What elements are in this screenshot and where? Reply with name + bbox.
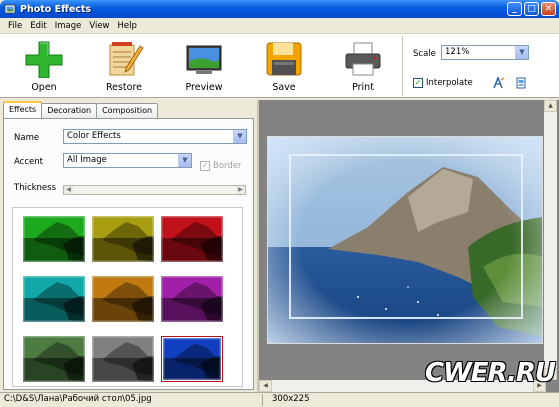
tab-effects[interactable]: Effects: [3, 101, 43, 118]
print-button[interactable]: Print: [333, 40, 393, 96]
slider-right-icon[interactable]: ▶: [236, 186, 245, 194]
title-bar: Photo Effects _ □ ✕: [0, 0, 559, 18]
menu-edit[interactable]: Edit: [26, 21, 50, 31]
toolbar: Open Restore Preview Save Print Scale 12…: [0, 33, 559, 98]
font-icon[interactable]: [493, 77, 505, 89]
menu-help[interactable]: Help: [114, 21, 141, 31]
thickness-label: Thickness: [14, 183, 57, 193]
slider-left-icon[interactable]: ◀: [64, 186, 73, 194]
scale-dropdown[interactable]: 121% ▼: [441, 45, 529, 60]
effects-thumbnail-grid: [12, 207, 243, 387]
monitor-landscape-icon: [186, 45, 222, 74]
scale-panel: Scale 121% ▼ ✓ Interpolate: [402, 36, 553, 96]
effect-thumbnail[interactable]: [92, 336, 154, 382]
minimize-button[interactable]: _: [507, 2, 522, 16]
status-divider: [262, 394, 263, 406]
open-label: Open: [31, 82, 57, 93]
effects-panel: Name Color Effects ▼ Accent All Image ▼ …: [3, 118, 254, 390]
name-dropdown[interactable]: Color Effects ▼: [63, 129, 247, 144]
scale-value: 121%: [445, 47, 470, 57]
menu-bar: File Edit Image View Help: [0, 18, 559, 33]
effect-thumbnail[interactable]: [161, 216, 223, 262]
thickness-slider[interactable]: ◀ ▶: [63, 185, 246, 195]
border-label: Border: [213, 161, 242, 171]
effect-thumbnail[interactable]: [92, 216, 154, 262]
scale-label: Scale: [413, 49, 436, 59]
close-button[interactable]: ✕: [541, 2, 556, 16]
border-checkbox[interactable]: ✓: [200, 161, 210, 171]
tab-bar: Effects Decoration Composition: [3, 101, 159, 118]
open-button[interactable]: Open: [14, 40, 74, 96]
preview-image: [267, 136, 543, 344]
effect-thumbnail[interactable]: [161, 276, 223, 322]
chevron-down-icon[interactable]: ▼: [515, 46, 528, 59]
scroll-up-icon[interactable]: ▲: [544, 100, 557, 112]
restore-button[interactable]: Restore: [94, 40, 154, 96]
printer-icon: [345, 42, 381, 76]
menu-file[interactable]: File: [4, 21, 26, 31]
effect-thumbnail[interactable]: [92, 276, 154, 322]
document-icon[interactable]: [515, 77, 527, 89]
print-label: Print: [352, 82, 374, 93]
app-icon: [4, 4, 16, 14]
window-title: Photo Effects: [20, 3, 92, 15]
floppy-disk-icon: [266, 42, 302, 76]
maximize-button[interactable]: □: [524, 2, 539, 16]
preview-area: ▲ ▼ ◀ ▶: [257, 100, 559, 392]
scroll-left-icon[interactable]: ◀: [259, 380, 272, 392]
vertical-scrollbar[interactable]: ▲ ▼: [544, 100, 557, 380]
menu-view[interactable]: View: [85, 21, 113, 31]
plus-icon: [25, 41, 63, 78]
left-panel: Effects Decoration Composition Name Colo…: [0, 100, 257, 392]
effect-thumbnail[interactable]: [23, 216, 85, 262]
menu-image[interactable]: Image: [51, 21, 86, 31]
tab-composition[interactable]: Composition: [96, 103, 159, 118]
watermark-logo: CWER.RU: [425, 358, 556, 388]
preview-label: Preview: [185, 82, 223, 93]
status-file-path: C:\D&S\Лана\Рабочий стол\05.jpg: [4, 394, 152, 404]
restore-label: Restore: [105, 82, 143, 93]
notepad-pencil-icon: [109, 42, 144, 76]
interpolate-checkbox[interactable]: ✓: [413, 78, 423, 88]
preview-button[interactable]: Preview: [174, 40, 234, 96]
accent-value: All Image: [67, 155, 107, 165]
effect-thumbnail[interactable]: [161, 336, 223, 382]
chevron-down-icon[interactable]: ▼: [178, 154, 191, 167]
accent-label: Accent: [14, 157, 43, 167]
name-label: Name: [14, 133, 40, 143]
effect-thumbnail[interactable]: [23, 276, 85, 322]
name-value: Color Effects: [67, 131, 121, 141]
status-image-size: 300x225: [272, 394, 310, 404]
save-button[interactable]: Save: [254, 40, 314, 96]
seascape-image: [268, 137, 542, 343]
chevron-down-icon[interactable]: ▼: [233, 130, 246, 143]
effect-thumbnail[interactable]: [23, 336, 85, 382]
save-label: Save: [272, 82, 296, 93]
accent-dropdown[interactable]: All Image ▼: [63, 153, 192, 168]
tab-decoration[interactable]: Decoration: [41, 103, 98, 118]
interpolate-label: Interpolate: [426, 78, 473, 88]
